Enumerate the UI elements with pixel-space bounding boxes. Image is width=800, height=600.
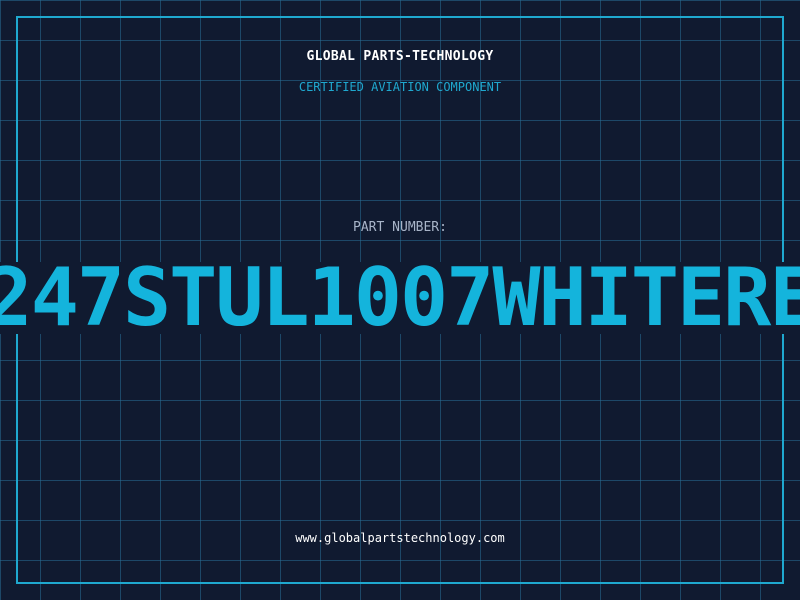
certification-subtitle: CERTIFIED AVIATION COMPONENT — [298, 80, 502, 94]
label-canvas: GLOBAL PARTS-TECHNOLOGY CERTIFIED AVIATI… — [0, 0, 800, 600]
part-number-label: PART NUMBER: — [353, 220, 447, 235]
website-url: www.globalpartstechnology.com — [295, 531, 505, 545]
part-number-band: 2247STUL1007WHITERED — [0, 262, 800, 334]
company-name: GLOBAL PARTS-TECHNOLOGY — [306, 49, 494, 64]
part-number-value: 2247STUL1007WHITERED — [0, 262, 800, 334]
